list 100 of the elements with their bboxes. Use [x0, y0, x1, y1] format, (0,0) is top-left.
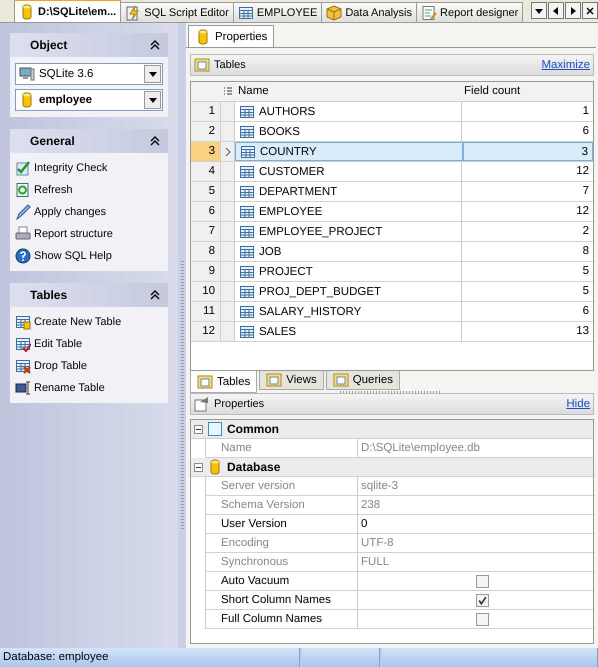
sidebar-link[interactable]: Rename Table	[34, 382, 105, 394]
hide-link[interactable]: Hide	[566, 398, 590, 410]
document-tab[interactable]: SQL Script Editor	[120, 2, 234, 22]
sidebar-link[interactable]: Apply changes	[34, 206, 106, 218]
column-header[interactable]: Name	[234, 82, 460, 101]
printer-icon	[15, 226, 31, 242]
bottom-tab[interactable]: Tables	[190, 371, 258, 393]
field-count: 13	[576, 325, 589, 337]
caret-icon	[148, 70, 156, 78]
table-icon	[239, 184, 255, 200]
document-tab[interactable]: D:\SQLite\em...	[14, 0, 122, 22]
collapse-icon[interactable]	[194, 424, 203, 434]
property-name: Synchronous	[221, 556, 288, 568]
rename-icon	[15, 380, 31, 396]
field-count: 3	[582, 146, 588, 158]
property-value: D:\SQLite\employee.db	[361, 441, 480, 456]
property-name: Encoding	[221, 537, 269, 549]
table-row[interactable]: 5 DEPARTMENT 7	[191, 182, 593, 202]
table-icon	[238, 4, 254, 20]
splitter-handle[interactable]	[180, 260, 184, 530]
table-row[interactable]: 1 AUTHORS 1	[191, 102, 593, 122]
section-header[interactable]: General	[10, 129, 168, 153]
dropdown-field[interactable]: SQLite 3.6	[15, 63, 163, 85]
table-icon	[15, 336, 31, 352]
property-value: UTF-8	[361, 536, 394, 551]
field-count: 12	[576, 205, 589, 217]
refresh-icon	[15, 182, 31, 198]
left-arrow-icon	[552, 6, 560, 14]
collapse-icon[interactable]	[150, 40, 160, 50]
sidebar-link[interactable]: Integrity Check	[34, 162, 108, 174]
properties-icon	[194, 396, 210, 412]
table-name: DEPARTMENT	[259, 186, 338, 198]
sidebar-link[interactable]: Create New Table	[34, 316, 122, 328]
table-row[interactable]: 11 SALARY_HISTORY 6	[191, 302, 593, 322]
properties-tab[interactable]: Properties	[188, 25, 274, 47]
scroll-left-button[interactable]	[548, 2, 564, 19]
table-name: EMPLOYEE_PROJECT	[259, 226, 382, 238]
table-icon	[239, 264, 255, 280]
checkbox[interactable]	[476, 574, 489, 588]
caret-icon	[535, 6, 543, 14]
property-value: sqlite-3	[361, 479, 398, 494]
row-number: 3	[191, 142, 221, 161]
right-arrow-icon	[569, 6, 577, 14]
bottom-tab[interactable]: Views	[259, 371, 324, 390]
table-row[interactable]: 4 CUSTOMER 12	[191, 162, 593, 182]
document-tab[interactable]: EMPLOYEE	[232, 2, 322, 22]
table-icon	[239, 164, 255, 180]
sidebar-link[interactable]: Show SQL Help	[34, 250, 112, 262]
close-icon	[586, 6, 594, 14]
dropdown-field[interactable]: employee	[15, 89, 163, 111]
property-value[interactable]: 0	[361, 515, 368, 533]
row-number: 7	[191, 222, 221, 241]
sidebar-link[interactable]: Refresh	[34, 184, 73, 196]
row-number: 9	[191, 262, 221, 281]
bottom-tab[interactable]: Queries	[326, 371, 400, 390]
row-number: 4	[191, 162, 221, 181]
panel-title: Properties	[214, 398, 266, 410]
collapse-icon[interactable]	[150, 290, 160, 300]
property-name: Schema Version	[221, 499, 305, 511]
row-number: 11	[191, 302, 221, 321]
table-icon	[239, 324, 255, 340]
section-header[interactable]: Tables	[10, 283, 168, 307]
close-button[interactable]	[582, 2, 598, 19]
document-tab[interactable]: Report designer	[416, 2, 524, 22]
column-header[interactable]: Field count	[460, 82, 593, 101]
field-count: 12	[576, 165, 589, 177]
table-name: SALES	[259, 326, 296, 338]
property-name: Auto Vacuum	[221, 575, 290, 587]
maximize-link[interactable]: Maximize	[541, 59, 590, 71]
field-count: 6	[582, 305, 589, 317]
table-icon	[239, 244, 255, 260]
sidebar-link[interactable]: Edit Table	[34, 338, 82, 350]
columns-icon[interactable]	[224, 86, 232, 96]
property-name: User Version	[221, 518, 287, 530]
field-count: 5	[582, 265, 589, 277]
status-text: Database: employee	[3, 651, 108, 663]
table-row[interactable]: 12 SALES 13	[191, 322, 593, 342]
row-number: 10	[191, 282, 221, 301]
collapse-icon[interactable]	[194, 462, 203, 472]
table-row[interactable]: 6 EMPLOYEE 12	[191, 202, 593, 222]
section-header[interactable]: Object	[10, 33, 168, 57]
table-row[interactable]: 10 PROJ_DEPT_BUDGET 5	[191, 282, 593, 302]
field-count: 7	[582, 185, 589, 197]
table-row[interactable]: 8 JOB 8	[191, 242, 593, 262]
document-tab[interactable]: Data Analysis	[321, 2, 418, 22]
table-name: AUTHORS	[259, 106, 316, 118]
scroll-right-button[interactable]	[565, 2, 581, 19]
row-number: 8	[191, 242, 221, 261]
table-folder-icon	[197, 374, 213, 390]
table-name: PROJECT	[259, 266, 313, 278]
dropdown-button[interactable]	[531, 2, 547, 19]
sidebar-link[interactable]: Report structure	[34, 228, 113, 240]
table-row[interactable]: 9 PROJECT 5	[191, 262, 593, 282]
table-icon	[239, 104, 255, 120]
checkbox[interactable]	[476, 594, 489, 606]
checkbox[interactable]	[476, 612, 489, 626]
collapse-icon[interactable]	[150, 136, 160, 146]
table-row[interactable]: 7 EMPLOYEE_PROJECT 2	[191, 222, 593, 242]
row-number: 6	[191, 202, 221, 221]
sidebar-link[interactable]: Drop Table	[34, 360, 87, 372]
